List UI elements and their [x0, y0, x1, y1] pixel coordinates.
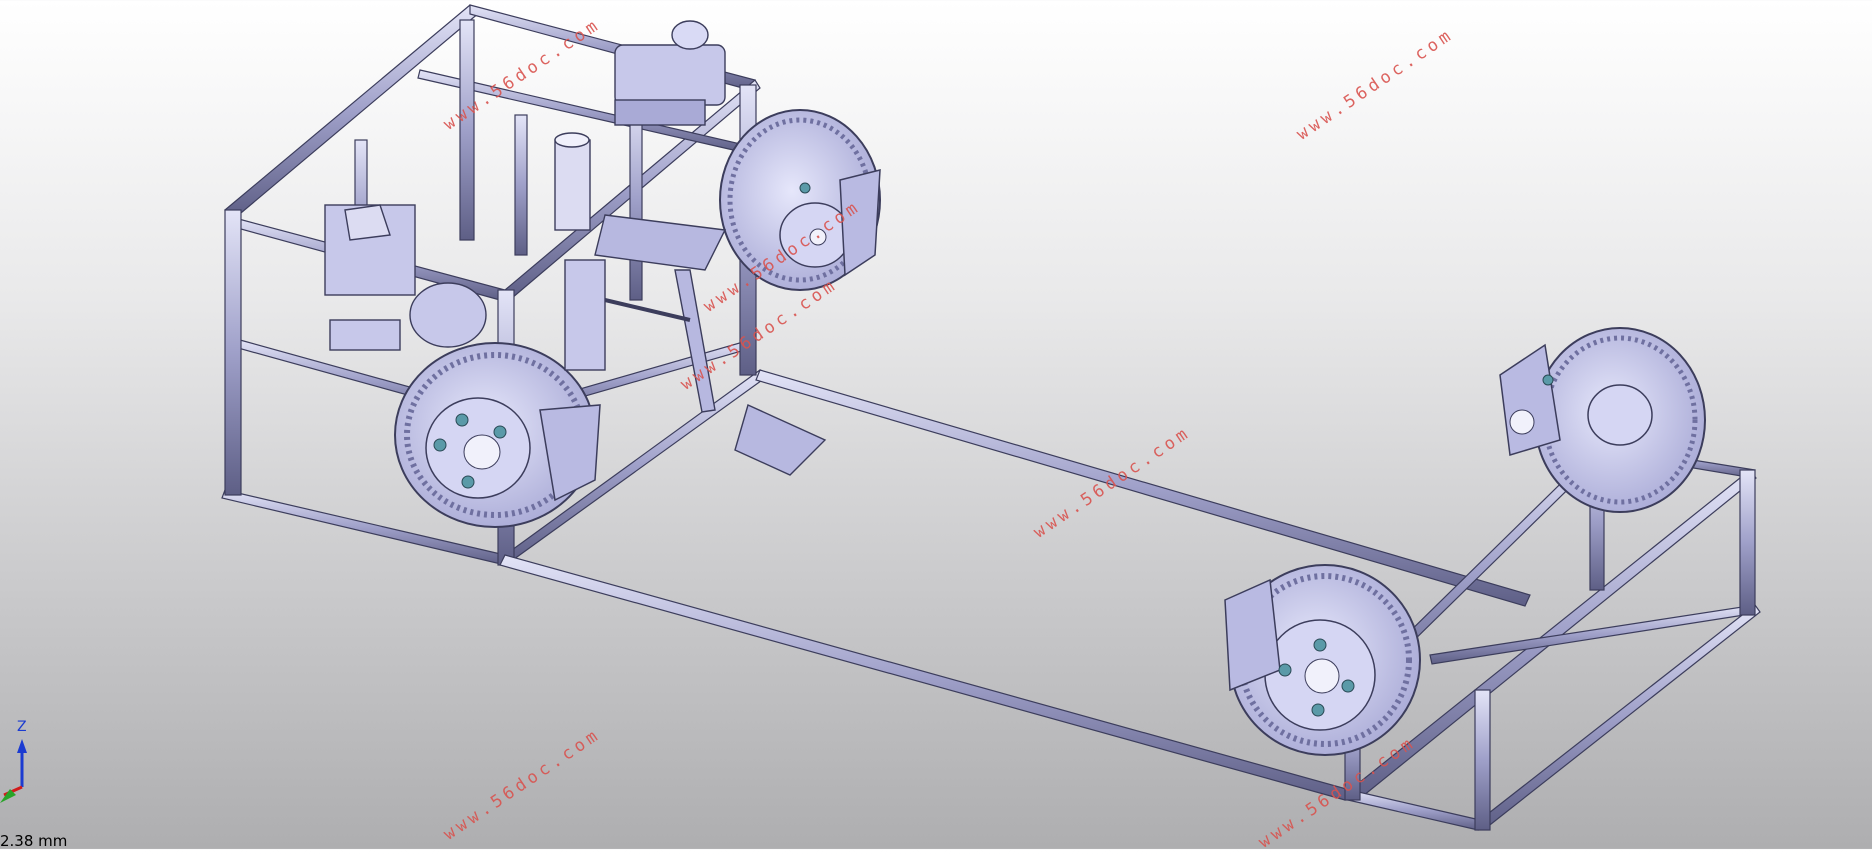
cad-viewport[interactable]: www.56doc.com www.56doc.com www.56doc.co… — [0, 0, 1872, 853]
axis-triad[interactable]: Z — [0, 719, 40, 805]
z-axis-label: Z — [17, 719, 27, 735]
rear-right-brake-disc[interactable] — [1499, 327, 1706, 513]
rear-left-brake-disc[interactable] — [1224, 564, 1421, 756]
scale-readout: 2.38 mm — [0, 832, 68, 850]
assembly-model[interactable] — [0, 0, 1872, 849]
axis-triad-icon — [0, 739, 27, 803]
motor-assembly[interactable] — [324, 204, 416, 351]
brake-fluid-reservoir[interactable] — [614, 20, 726, 126]
